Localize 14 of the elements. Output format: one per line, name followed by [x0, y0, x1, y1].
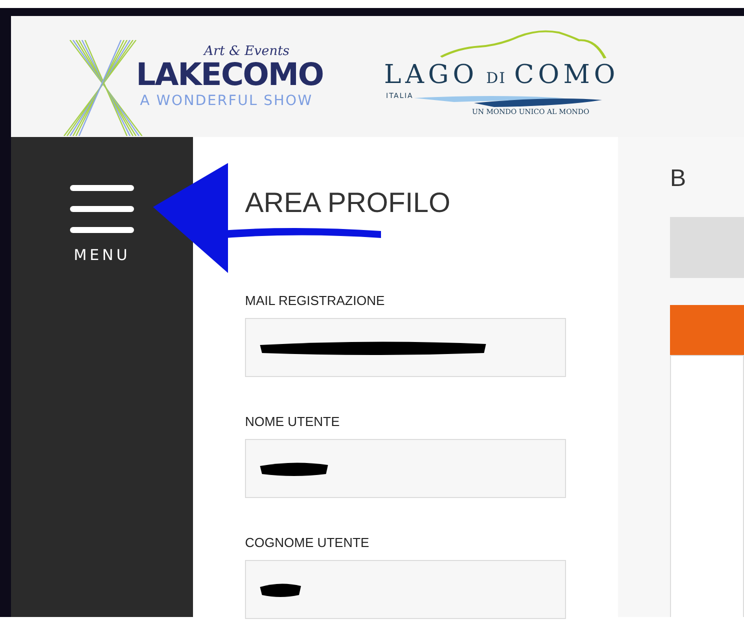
menu-button[interactable]: MENU [61, 185, 143, 264]
field-label: COGNOME UTENTE [245, 535, 370, 550]
menu-icon [70, 185, 134, 233]
lake-logo-name: LAGO DI COMO [384, 60, 620, 90]
page-title: AREA PROFILO [245, 187, 452, 219]
input-field[interactable] [245, 318, 566, 377]
logo-name: LAKECOMO [136, 57, 324, 93]
input-field[interactable] [245, 439, 566, 498]
logo-subtitle: A WONDERFUL SHOW [140, 93, 313, 109]
logo-script-text: Art & Events [204, 44, 290, 59]
field-label: MAIL REGISTRAZIONE [245, 293, 386, 308]
input-field[interactable] [245, 560, 566, 619]
field-label: NOME UTENTE [245, 414, 341, 429]
panel-heading: B [670, 165, 688, 193]
